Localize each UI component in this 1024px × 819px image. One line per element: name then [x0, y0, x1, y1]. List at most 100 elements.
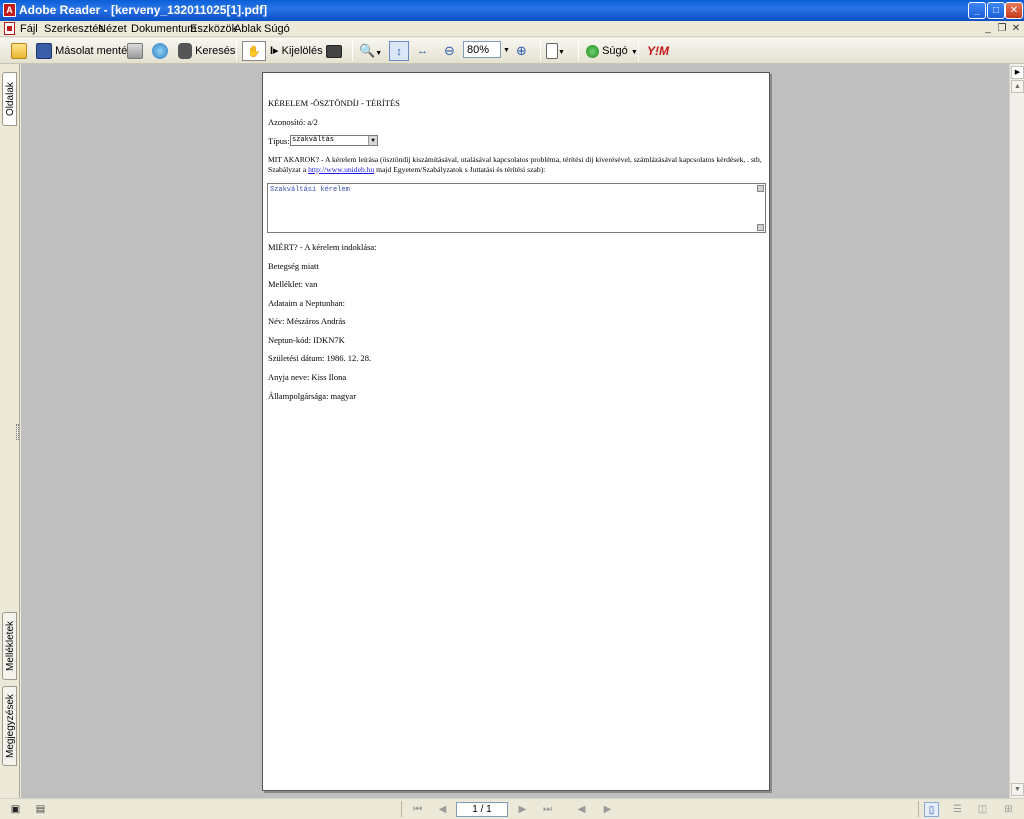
attachment-text: Melléklet: van: [268, 279, 318, 289]
hand-tool-button[interactable]: ✋: [242, 41, 266, 61]
menu-edit[interactable]: Szerkesztés: [44, 22, 104, 36]
zoom-out-icon: ⊖: [444, 43, 455, 58]
previous-page-icon[interactable]: ◀: [435, 802, 450, 817]
rotate-view-button[interactable]: ▼: [546, 41, 565, 61]
tab-attachments-label: Mellékletek: [5, 620, 16, 672]
menu-bar: Fájl Szerkesztés Nézet Dokumentum Eszköz…: [0, 21, 1024, 37]
menu-window[interactable]: Ablak: [234, 22, 262, 36]
type-select[interactable]: szakváltás ▼: [290, 135, 378, 146]
what-line-2-prefix: Szabályzat a: [268, 165, 307, 174]
doc-heading: KÉRELEM -ÖSZTÖNDÍJ - TÉRÍTÉS: [268, 98, 400, 108]
previous-view-icon[interactable]: ◀: [574, 802, 589, 817]
chevron-down-icon: ▼: [503, 47, 510, 54]
magnifier-icon: 🔍: [359, 43, 376, 58]
select-tool-button[interactable]: I▸ Kijelölés: [270, 41, 323, 61]
chevron-down-icon[interactable]: ▼: [368, 136, 377, 145]
zoom-dropdown-button[interactable]: ▼: [503, 41, 510, 61]
page-rotate-icon: [546, 43, 558, 60]
what-line-2: Szabályzat a http://www.unideb.hu majd E…: [268, 165, 545, 174]
tab-pages-label: Oldalak: [5, 82, 16, 116]
email-button[interactable]: [152, 41, 168, 61]
zoom-input[interactable]: [463, 41, 501, 58]
scroll-down-icon[interactable]: ▼: [1011, 783, 1024, 796]
menu-tools[interactable]: Eszközök: [190, 22, 237, 36]
toolbar-separator: [540, 41, 541, 61]
name-text: Név: Mészáros András: [268, 316, 346, 326]
help-button[interactable]: Súgó ▼: [586, 41, 638, 61]
doc-id: Azonosító: a/2: [268, 117, 318, 127]
doc-close-button[interactable]: ✕: [1009, 22, 1023, 35]
request-textarea[interactable]: Szakváltási kérelem: [267, 183, 766, 233]
continuous-facing-layout-icon[interactable]: ⊞: [1001, 802, 1016, 817]
neptun-code-text: Neptun-kód: IDKN7K: [268, 335, 345, 345]
zoom-tool-button[interactable]: 🔍▼: [359, 41, 382, 61]
pdf-page[interactable]: KÉRELEM -ÖSZTÖNDÍJ - TÉRÍTÉS Azonosító: …: [262, 72, 770, 791]
pdf-icon: A: [3, 3, 16, 17]
next-view-icon[interactable]: ▶: [600, 802, 615, 817]
request-text: Szakváltási kérelem: [270, 186, 350, 194]
yahoo-messenger-button[interactable]: Y!M: [647, 41, 669, 61]
why-label: MIÉRT? - A kérelem indoklása:: [268, 242, 377, 252]
zoom-in-button[interactable]: ⊕: [516, 41, 527, 61]
reason-text: Betegség miatt: [268, 261, 319, 271]
menu-view[interactable]: Nézet: [98, 22, 127, 36]
maximize-button[interactable]: □: [987, 2, 1005, 19]
toolbar: Másolat mentése Keresés ✋ I▸ Kijelölés 🔍…: [0, 38, 1024, 64]
toolbar-separator: [578, 41, 579, 61]
zoom-out-button[interactable]: ⊖: [444, 41, 455, 61]
fit-page-button[interactable]: ↕: [389, 41, 409, 61]
first-page-icon[interactable]: ⏮: [410, 802, 425, 817]
facing-layout-icon[interactable]: ◫: [975, 802, 990, 817]
last-page-icon[interactable]: ⏭: [540, 802, 555, 817]
status-bar: ▣ ▤ ⏮ ◀ 1 / 1 ▶ ⏭ ◀ ▶ ▯ ☰ ◫ ⊞: [0, 798, 1024, 819]
tab-comments[interactable]: Megjegyzések: [2, 686, 17, 766]
menu-file[interactable]: Fájl: [20, 22, 38, 36]
print-button[interactable]: [127, 41, 143, 61]
continuous-layout-icon[interactable]: ☰: [950, 802, 965, 817]
status-separator: [401, 801, 402, 817]
scroll-up-icon[interactable]: ▲: [1011, 80, 1024, 93]
select-label: Kijelölés: [281, 45, 323, 57]
page-number-field[interactable]: 1 / 1: [456, 802, 508, 817]
mother-name-text: Anyja neve: Kiss Ilona: [268, 372, 347, 382]
close-button[interactable]: ✕: [1005, 2, 1023, 19]
open-button[interactable]: [11, 41, 27, 61]
tab-pages[interactable]: Oldalak: [2, 72, 17, 126]
tab-attachments[interactable]: Mellékletek: [2, 612, 17, 680]
unideb-link[interactable]: http://www.unideb.hu: [308, 165, 374, 174]
help-label: Súgó: [602, 45, 628, 57]
menu-document[interactable]: Dokumentum: [131, 22, 196, 36]
scroll-up-icon[interactable]: [757, 185, 764, 192]
type-label: Típus:: [268, 136, 290, 146]
next-page-icon[interactable]: ▶: [515, 802, 530, 817]
help-icon: [586, 44, 599, 58]
single-page-layout-icon[interactable]: ▯: [924, 802, 939, 817]
page-thumbnail-icon[interactable]: ▤: [33, 802, 48, 817]
what-line-1: MIT AKAROK? - A kérelem leírása (ösztönd…: [268, 155, 762, 164]
minimize-button[interactable]: _: [968, 2, 986, 19]
yahoo-icon: Y!M: [647, 44, 669, 58]
pane-resize-handle[interactable]: [16, 424, 19, 440]
search-button[interactable]: Keresés: [178, 41, 235, 61]
snapshot-button[interactable]: [326, 41, 342, 61]
doc-restore-button[interactable]: ❐: [995, 22, 1009, 35]
document-icon[interactable]: [4, 22, 15, 35]
chevron-down-icon: ▼: [630, 49, 638, 56]
save-copy-button[interactable]: Másolat mentése: [36, 41, 139, 61]
text-cursor-icon: I▸: [270, 45, 279, 57]
email-icon: [152, 43, 168, 60]
window-title: Adobe Reader - [kerveny_132011025[1].pdf…: [19, 3, 268, 17]
status-separator: [918, 801, 919, 817]
what-line-2-suffix: majd Egyetem/Szabályzatok s Juttatási és…: [376, 165, 546, 174]
doc-minimize-button[interactable]: _: [981, 22, 995, 35]
vertical-scrollbar[interactable]: ▶ ▲ ▼: [1009, 64, 1024, 798]
options-arrow-icon[interactable]: ▶: [1011, 66, 1024, 79]
scroll-down-icon[interactable]: [757, 224, 764, 231]
fit-page-icon: ↕: [396, 46, 402, 58]
tab-comments-label: Megjegyzések: [5, 694, 16, 758]
fit-width-button[interactable]: ↔: [417, 41, 428, 61]
nav-pane-toggle-icon[interactable]: ▣: [8, 802, 23, 817]
menu-help[interactable]: Súgó: [264, 22, 290, 36]
adobe-reader-window: A Adobe Reader - [kerveny_132011025[1].p…: [0, 0, 1024, 819]
toolbar-separator: [352, 41, 353, 61]
